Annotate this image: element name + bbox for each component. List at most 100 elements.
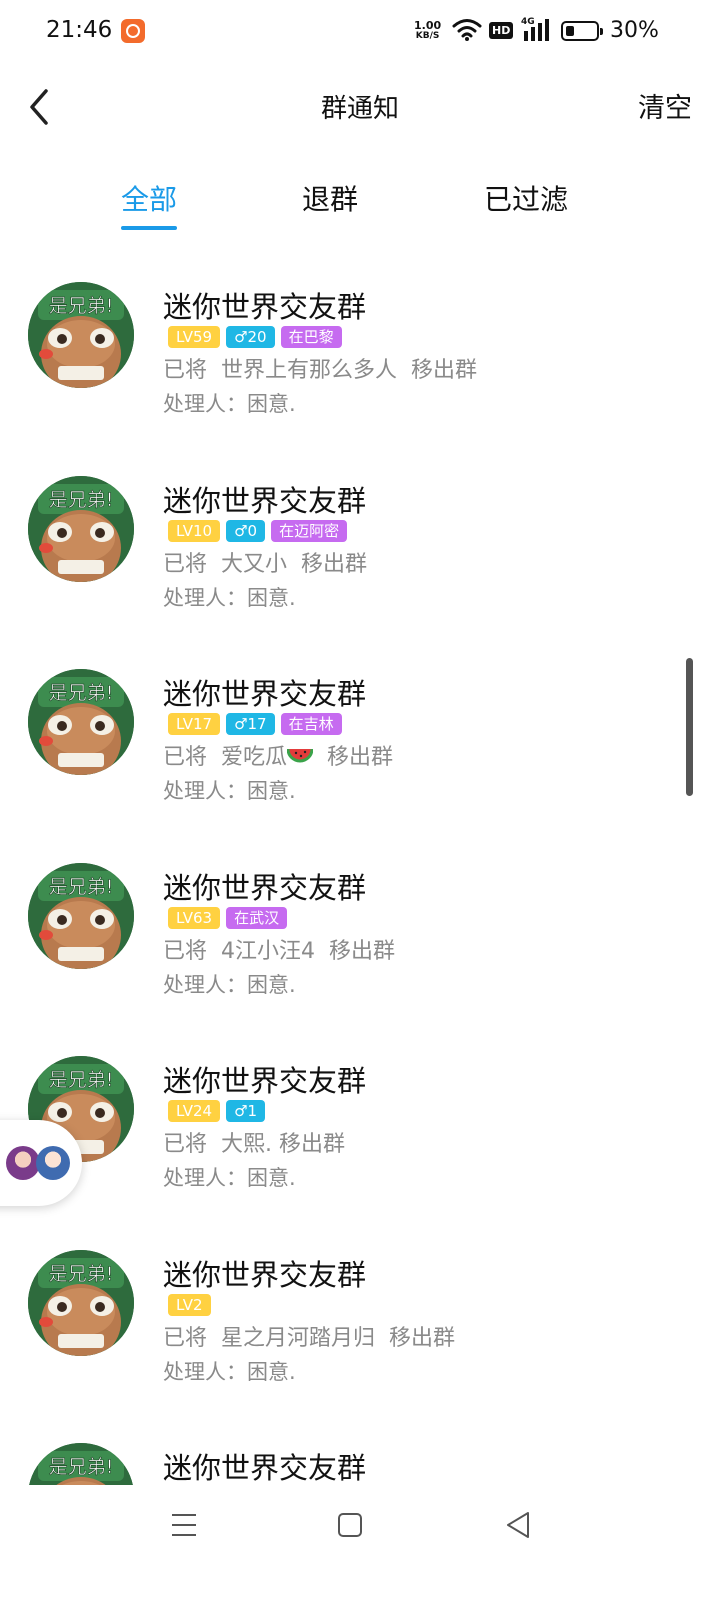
- tab-filtered[interactable]: 已过滤: [484, 178, 568, 218]
- avatar-caption: 是兄弟!: [49, 1456, 114, 1478]
- group-avatar[interactable]: 是兄弟!: [28, 1443, 134, 1485]
- gender-age-badge: ♂1: [226, 1100, 266, 1122]
- tab-bar: 全部 退群 已过滤: [0, 170, 720, 240]
- network-speed-unit: KB/S: [415, 31, 440, 41]
- user-tags: LV59 ♂20 在巴黎: [168, 326, 342, 348]
- user-tags: LV17 ♂17 在吉林: [168, 713, 342, 735]
- action-text-suffix: 移出群: [313, 745, 393, 770]
- nav-back-triangle-icon[interactable]: [498, 1505, 538, 1545]
- list-item[interactable]: 是兄弟! 迷你世界交友群 LV24 ♂1 已将 大熙. 移出群 处理人：困意.: [0, 1054, 720, 1248]
- network-speed: 1.00 KB/S: [414, 20, 441, 42]
- handler-text: 处理人：困意.: [163, 1166, 296, 1190]
- handler-text: 处理人：困意.: [163, 392, 296, 416]
- network-type: 4G: [521, 17, 535, 27]
- gender-age-badge: ♂17: [226, 713, 275, 735]
- avatar-caption: 是兄弟!: [49, 876, 114, 898]
- action-text-prefix: 已将 爱吃瓜: [163, 745, 287, 770]
- group-name: 迷你世界交友群: [163, 483, 367, 518]
- network-speed-value: 1.00: [414, 19, 442, 32]
- action-text: 已将 星之月河踏月归 移出群: [163, 1325, 455, 1351]
- group-avatar[interactable]: 是兄弟!: [28, 669, 134, 775]
- handler-text: 处理人：困意.: [163, 972, 296, 997]
- handler-text: 处理人：困意.: [163, 1359, 296, 1384]
- group-name: 迷你世界交友群: [163, 290, 367, 324]
- level-badge: LV2: [168, 1293, 211, 1316]
- level-badge: LV63: [168, 906, 221, 929]
- avatar-image: 是兄弟!: [28, 1443, 134, 1485]
- list-item[interactable]: 是兄弟! 迷你世界交友群: [0, 1441, 720, 1485]
- level-badge: LV59: [168, 326, 221, 348]
- action-text: 已将 爱吃瓜 移出群: [163, 739, 393, 771]
- avatar-caption: 是兄弟!: [49, 1263, 114, 1285]
- notification-list[interactable]: 是兄弟! 迷你世界交友群 LV59 ♂20 在巴黎 已将 世界上有那么多人 移出群 处理人…: [0, 280, 720, 1485]
- handler-text: 处理人：困意.: [163, 585, 296, 610]
- list-item[interactable]: 是兄弟! 迷你世界交友群 LV2 已将 星之月河踏月归 移出群 处理人：困意.: [0, 1248, 720, 1442]
- level-badge: LV24: [168, 1100, 221, 1122]
- group-avatar[interactable]: 是兄弟!: [28, 1249, 134, 1356]
- battery-icon: [561, 21, 603, 41]
- home-square-icon[interactable]: [330, 1505, 370, 1545]
- avatar-caption: 是兄弟!: [49, 682, 114, 704]
- avatar-image: 是兄弟!: [28, 1249, 134, 1356]
- scrollbar[interactable]: [686, 658, 693, 796]
- action-text: 已将 4江小汪4 移出群: [163, 938, 395, 964]
- location-badge: 在武汉: [226, 906, 288, 929]
- list-item[interactable]: 是兄弟! 迷你世界交友群 LV63 在武汉已将 4江小汪4 移出群 处理人：困意.: [0, 861, 720, 1055]
- menu-icon[interactable]: [164, 1505, 204, 1545]
- status-time: 21:46: [46, 17, 113, 43]
- page-title: 群通知: [320, 94, 399, 124]
- gender-age-badge: ♂20: [226, 326, 275, 348]
- avatar-caption: 是兄弟!: [49, 1069, 114, 1091]
- user-tags: LV10 ♂0 在迈阿密: [168, 519, 348, 542]
- group-avatar[interactable]: 是兄弟!: [28, 475, 134, 582]
- handler-text: 处理人：困意.: [163, 779, 296, 803]
- clear-button[interactable]: 清空: [638, 86, 692, 125]
- avatar-image: 是兄弟!: [28, 282, 134, 388]
- app-header: 群通知 清空: [0, 70, 720, 144]
- user-tags: LV2: [168, 1293, 211, 1316]
- group-name: 迷你世界交友群: [163, 1451, 367, 1485]
- avatar-caption: 是兄弟!: [49, 489, 114, 511]
- tab-filtered-label: 已过滤: [484, 183, 569, 216]
- group-name: 迷你世界交友群: [163, 1257, 367, 1292]
- action-text: 已将 大熙. 移出群: [163, 1132, 345, 1157]
- wifi-icon: [452, 19, 482, 41]
- user-tags: LV63 在武汉: [168, 906, 288, 929]
- tab-all-label: 全部: [121, 183, 178, 216]
- system-nav-bar: [0, 1485, 720, 1612]
- list-item[interactable]: 是兄弟! 迷你世界交友群 LV17 ♂17 在吉林 已将 爱吃瓜 移出群 处理人：困意.: [0, 667, 720, 861]
- action-text: 已将 世界上有那么多人 移出群: [163, 358, 477, 383]
- level-badge: LV10: [168, 519, 221, 542]
- gender-age-badge: ♂0: [226, 519, 266, 542]
- status-bar: 21:46 1.00 KB/S HD 4G 30%: [0, 0, 720, 64]
- bubble-avatar-2: [36, 1146, 70, 1180]
- group-avatar[interactable]: 是兄弟!: [28, 282, 134, 388]
- avatar-image: 是兄弟!: [28, 669, 134, 775]
- app-notification-icon: [121, 19, 145, 43]
- tab-quit-label: 退群: [302, 183, 359, 216]
- location-badge: 在吉林: [280, 713, 342, 735]
- floating-chat-bubble[interactable]: [0, 1120, 82, 1206]
- avatar-caption: 是兄弟!: [49, 295, 114, 317]
- group-name: 迷你世界交友群: [163, 677, 367, 711]
- battery-percent: 30%: [610, 18, 659, 43]
- watermelon-emoji-icon: [287, 748, 313, 763]
- user-tags: LV24 ♂1: [168, 1100, 266, 1122]
- tab-quit[interactable]: 退群: [302, 178, 358, 218]
- hd-icon: HD: [489, 22, 514, 39]
- list-item[interactable]: 是兄弟! 迷你世界交友群 LV59 ♂20 在巴黎已将 世界上有那么多人 移出群 处理人…: [0, 280, 720, 474]
- tab-all[interactable]: 全部: [121, 178, 178, 230]
- group-name: 迷你世界交友群: [163, 1064, 367, 1098]
- level-badge: LV17: [168, 713, 221, 735]
- battery-fill: [566, 26, 574, 36]
- location-badge: 在巴黎: [280, 326, 342, 348]
- location-badge: 在迈阿密: [271, 519, 348, 542]
- list-item[interactable]: 是兄弟! 迷你世界交友群 LV10 ♂0 在迈阿密已将 大又小 移出群 处理人：困意.: [0, 474, 720, 668]
- avatar-image: 是兄弟!: [28, 475, 134, 582]
- bubble-avatar-1: [6, 1146, 40, 1180]
- action-text: 已将 大又小 移出群: [163, 551, 367, 577]
- group-name: 迷你世界交友群: [163, 870, 367, 905]
- group-avatar[interactable]: 是兄弟!: [28, 862, 134, 969]
- avatar-image: 是兄弟!: [28, 862, 134, 969]
- tab-active-indicator: [121, 226, 178, 230]
